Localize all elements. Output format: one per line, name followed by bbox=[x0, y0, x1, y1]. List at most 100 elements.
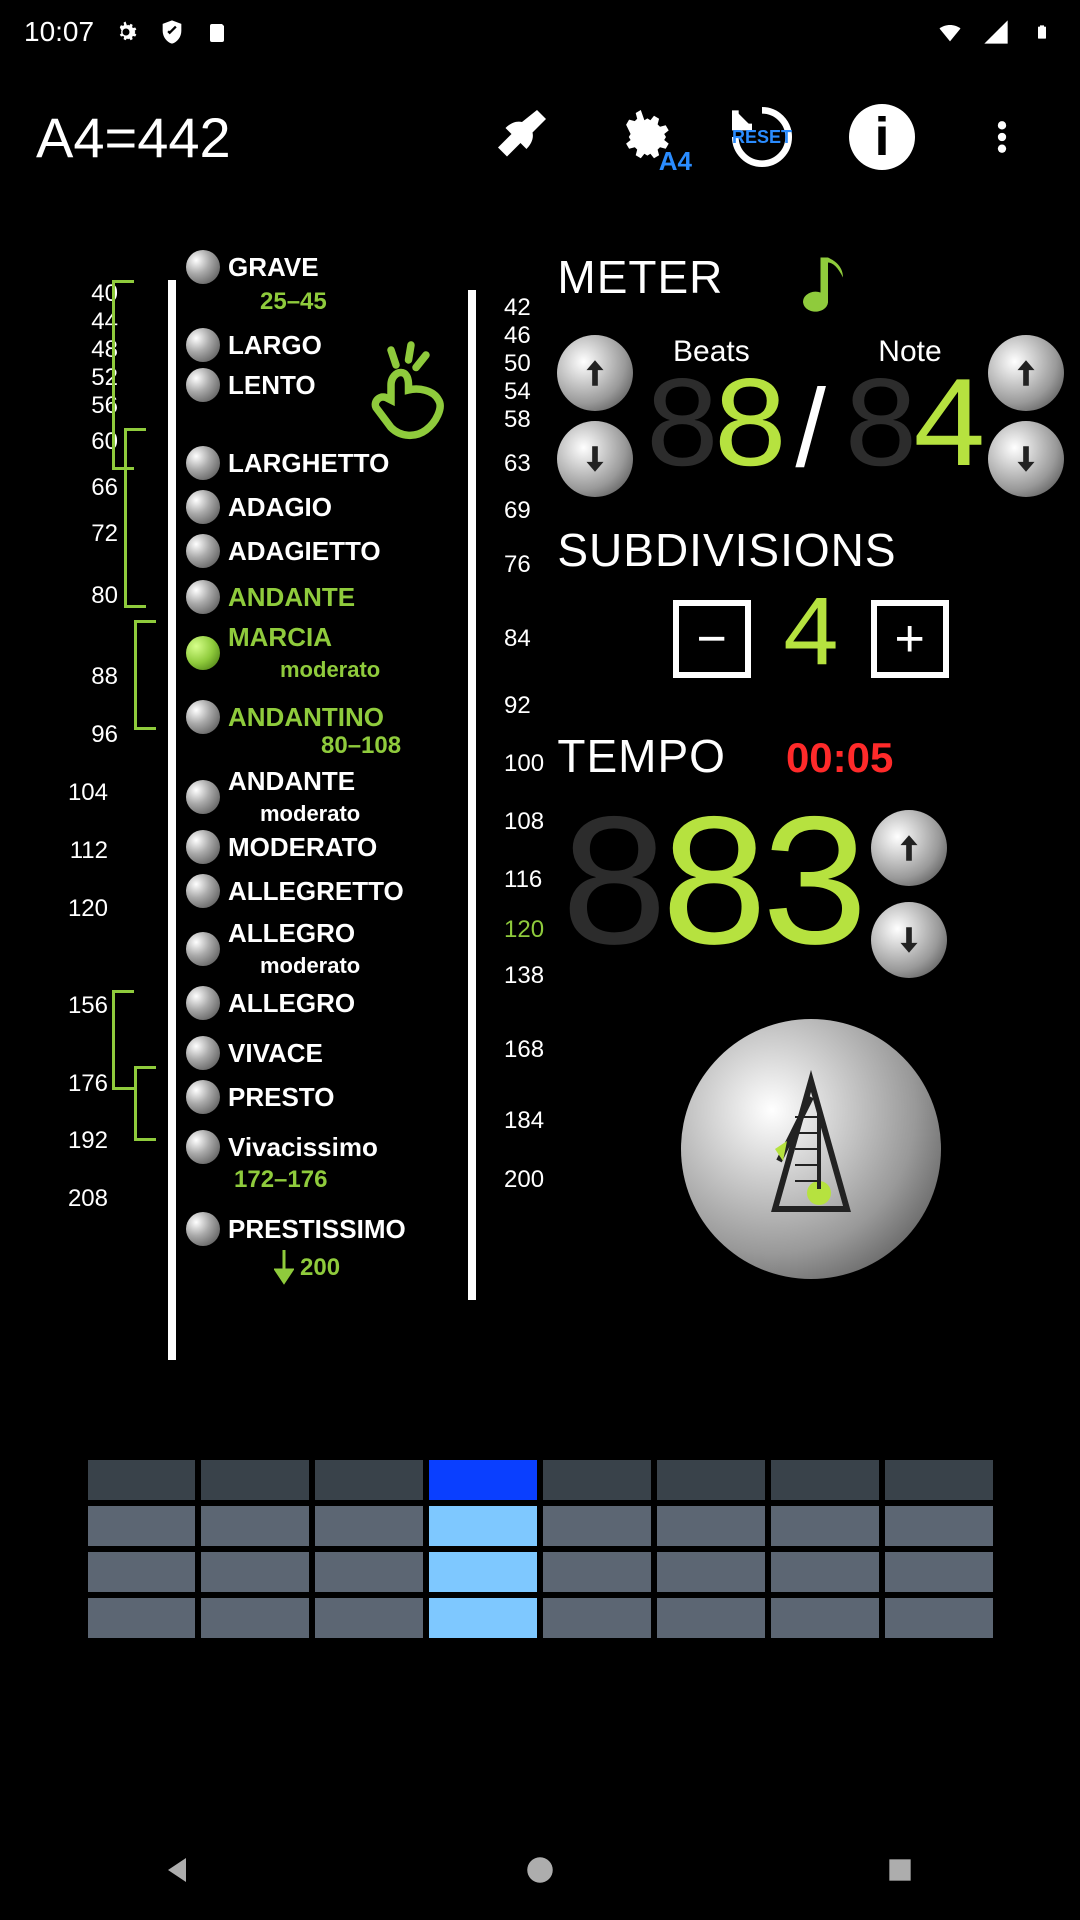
tick-value: 88 bbox=[58, 663, 118, 691]
info-button[interactable]: i bbox=[840, 95, 924, 179]
tap-hint-icon bbox=[346, 330, 466, 455]
android-nav-bar bbox=[0, 1820, 1080, 1920]
tick-value: 44 bbox=[58, 308, 118, 336]
tuning-fork-button[interactable] bbox=[480, 95, 564, 179]
beat-cell[interactable] bbox=[88, 1598, 196, 1638]
tick-value: 138 bbox=[504, 962, 564, 990]
bracket bbox=[134, 620, 156, 730]
beat-cell[interactable] bbox=[315, 1552, 423, 1592]
beat-cell-active[interactable] bbox=[429, 1506, 537, 1546]
marking-presto[interactable]: PRESTO bbox=[186, 1080, 334, 1114]
beat-cell[interactable] bbox=[543, 1552, 651, 1592]
tick-value: 156 bbox=[48, 992, 108, 1020]
beat-cell[interactable] bbox=[543, 1598, 651, 1638]
beat-cell[interactable] bbox=[657, 1506, 765, 1546]
beat-cell[interactable] bbox=[885, 1552, 993, 1592]
beat-cell[interactable] bbox=[771, 1598, 879, 1638]
marking-andantino[interactable]: ANDANTINO bbox=[186, 700, 384, 734]
eighth-note-icon bbox=[803, 250, 863, 335]
bracket bbox=[112, 990, 134, 1090]
tick-value: 108 bbox=[504, 808, 564, 836]
beat-cell[interactable] bbox=[543, 1506, 651, 1546]
beat-cell-active[interactable] bbox=[429, 1598, 537, 1638]
marking-vivacissimo[interactable]: Vivacissimo bbox=[186, 1130, 378, 1164]
beat-row bbox=[88, 1506, 993, 1546]
beat-cell[interactable] bbox=[771, 1460, 879, 1500]
tempo-up-button[interactable] bbox=[871, 810, 947, 886]
play-metronome-button[interactable] bbox=[681, 1019, 941, 1279]
tick-value: 76 bbox=[504, 551, 564, 579]
marking-allegro-moderato[interactable]: ALLEGROmoderato bbox=[186, 918, 360, 980]
ruler-left bbox=[168, 280, 176, 1360]
note-down-button[interactable] bbox=[988, 421, 1064, 497]
subdivisions-title: SUBDIVISIONS bbox=[557, 523, 1064, 577]
tick-value: 112 bbox=[48, 837, 108, 865]
beats-down-button[interactable] bbox=[557, 421, 633, 497]
beat-cell[interactable] bbox=[315, 1506, 423, 1546]
beat-cell[interactable] bbox=[201, 1506, 309, 1546]
beat-cell[interactable] bbox=[657, 1598, 765, 1638]
beats-up-button[interactable] bbox=[557, 335, 633, 411]
marking-allegretto[interactable]: ALLEGRETTO bbox=[186, 874, 404, 908]
beat-cell[interactable] bbox=[315, 1460, 423, 1500]
marking-marcia[interactable]: MARCIAmoderato bbox=[186, 622, 380, 684]
marking-range: 25–45 bbox=[260, 288, 327, 316]
reset-button[interactable]: RESET bbox=[720, 95, 804, 179]
beats-value: 8 bbox=[711, 358, 779, 505]
beat-cell[interactable] bbox=[657, 1460, 765, 1500]
marking-prestissimo[interactable]: PRESTISSIMO bbox=[186, 1212, 406, 1246]
beat-cell[interactable] bbox=[885, 1460, 993, 1500]
beat-cell-active[interactable] bbox=[429, 1552, 537, 1592]
beat-grid[interactable] bbox=[88, 1460, 993, 1638]
settings-a4-button[interactable]: A4 bbox=[600, 95, 684, 179]
tick-value: 60 bbox=[58, 428, 118, 456]
beat-cell[interactable] bbox=[771, 1506, 879, 1546]
marking-andante-moderato[interactable]: ANDANTEmoderato bbox=[186, 766, 360, 828]
tick-value: 56 bbox=[58, 392, 118, 420]
cell-signal-icon bbox=[982, 18, 1010, 46]
marking-lento[interactable]: LENTO bbox=[186, 368, 316, 402]
marking-andante[interactable]: ANDANTE bbox=[186, 580, 355, 614]
tempo-scale[interactable]: 40 44 48 52 56 60 66 72 80 88 96 104 112… bbox=[16, 250, 537, 1350]
beat-cell[interactable] bbox=[88, 1460, 196, 1500]
marking-grave[interactable]: GRAVE bbox=[186, 250, 319, 284]
nav-home-button[interactable] bbox=[518, 1848, 562, 1892]
subdivisions-decrement-button[interactable]: − bbox=[673, 600, 751, 678]
note-up-button[interactable] bbox=[988, 335, 1064, 411]
tick-value: 96 bbox=[58, 721, 118, 749]
beat-cell[interactable] bbox=[543, 1460, 651, 1500]
marking-allegro[interactable]: ALLEGRO bbox=[186, 986, 355, 1020]
marking-adagietto[interactable]: ADAGIETTO bbox=[186, 534, 381, 568]
tick-value: 48 bbox=[58, 336, 118, 364]
marking-adagio[interactable]: ADAGIO bbox=[186, 490, 332, 524]
tick-value: 84 bbox=[504, 625, 564, 653]
marking-largo[interactable]: LARGO bbox=[186, 328, 322, 362]
nav-back-button[interactable] bbox=[158, 1848, 202, 1892]
beat-cell[interactable] bbox=[88, 1506, 196, 1546]
beat-cell[interactable] bbox=[885, 1598, 993, 1638]
tick-value: 176 bbox=[48, 1070, 108, 1098]
beat-cell[interactable] bbox=[201, 1460, 309, 1500]
beat-cell[interactable] bbox=[201, 1552, 309, 1592]
subdivisions-increment-button[interactable]: + bbox=[871, 600, 949, 678]
tick-value: 80 bbox=[58, 582, 118, 610]
beat-cell-active[interactable] bbox=[429, 1460, 537, 1500]
more-menu-button[interactable] bbox=[960, 95, 1044, 179]
tick-value: 92 bbox=[504, 692, 564, 720]
beat-cell[interactable] bbox=[885, 1506, 993, 1546]
beat-cell[interactable] bbox=[657, 1552, 765, 1592]
tick-value: 104 bbox=[48, 779, 108, 807]
tick-value: 192 bbox=[48, 1127, 108, 1155]
tempo-value: 83 bbox=[657, 786, 857, 1001]
beat-cell[interactable] bbox=[315, 1598, 423, 1638]
tempo-down-button[interactable] bbox=[871, 902, 947, 978]
meter-title: METER bbox=[557, 250, 723, 304]
tuning-label[interactable]: A4=442 bbox=[36, 105, 480, 170]
marking-moderato[interactable]: MODERATO bbox=[186, 830, 377, 864]
beat-cell[interactable] bbox=[88, 1552, 196, 1592]
beat-row bbox=[88, 1460, 993, 1500]
beat-cell[interactable] bbox=[771, 1552, 879, 1592]
nav-recent-button[interactable] bbox=[878, 1848, 922, 1892]
marking-vivace[interactable]: VIVACE bbox=[186, 1036, 323, 1070]
beat-cell[interactable] bbox=[201, 1598, 309, 1638]
